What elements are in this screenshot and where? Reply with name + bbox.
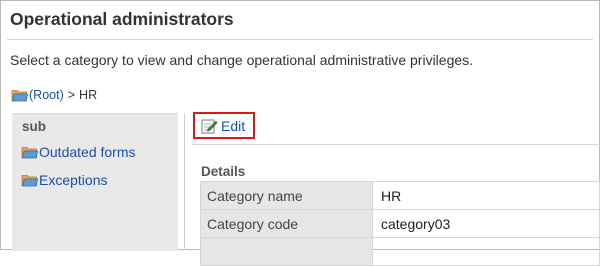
row-value: category03 (372, 209, 600, 238)
breadcrumb-separator: > (67, 88, 76, 102)
folder-icon (11, 88, 28, 102)
edit-button[interactable]: Edit (193, 112, 255, 139)
breadcrumb: (Root) > HR (11, 86, 97, 104)
row-value (372, 237, 600, 266)
sidebar-heading: sub (22, 119, 47, 134)
table-row (200, 237, 600, 266)
title-divider (7, 39, 593, 40)
table-row: Category name HR (200, 181, 600, 210)
folder-icon (21, 145, 38, 159)
details-table: Category name HR Category code category0… (200, 181, 600, 266)
details-heading: Details (201, 164, 246, 179)
breadcrumb-root-link[interactable]: (Root) (29, 88, 64, 102)
table-row: Category code category03 (200, 209, 600, 238)
row-value: HR (372, 181, 600, 210)
category-sidebar: sub Outdated forms Exceptions (12, 113, 178, 251)
pane-divider (184, 113, 185, 250)
page-description: Select a category to view and change ope… (10, 52, 474, 68)
page-title: Operational administrators (10, 9, 234, 29)
edit-button-label: Edit (221, 117, 246, 134)
sidebar-item-outdated-forms[interactable]: Outdated forms (21, 143, 136, 161)
pencil-icon (201, 118, 218, 134)
sidebar-item-label: Exceptions (39, 172, 108, 188)
sidebar-item-label: Outdated forms (39, 144, 136, 160)
breadcrumb-current: HR (79, 88, 98, 102)
row-label: Category code (200, 209, 373, 238)
row-label: Category name (200, 181, 373, 210)
row-label (200, 237, 373, 266)
sidebar-item-exceptions[interactable]: Exceptions (21, 171, 107, 189)
toolbar-divider (192, 144, 600, 145)
folder-icon (21, 173, 38, 187)
